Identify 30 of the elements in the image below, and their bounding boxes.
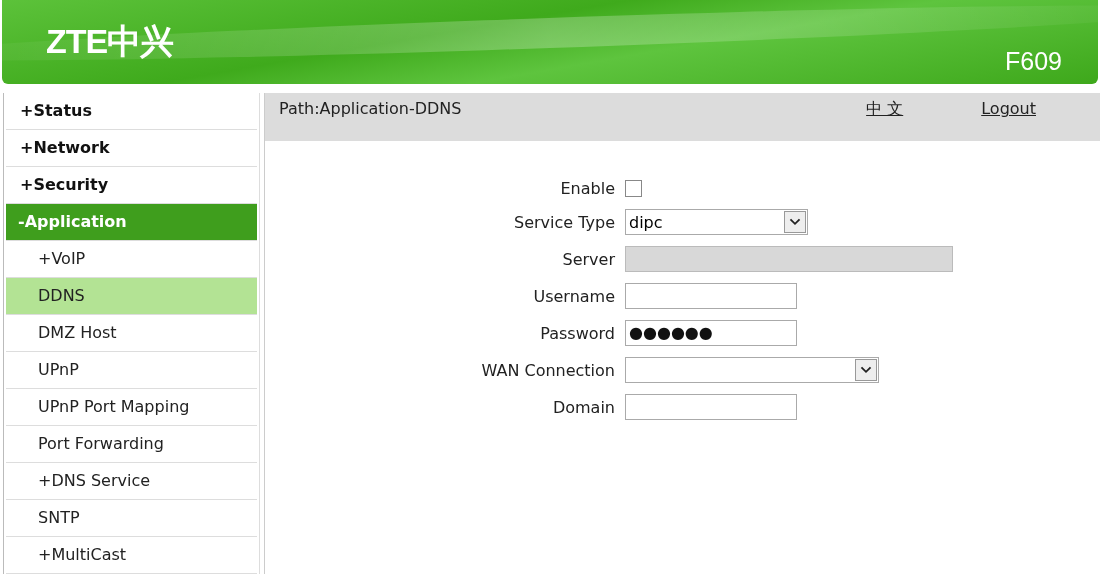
model-name: F609: [1005, 47, 1062, 76]
brand-logo: ZTE中兴: [46, 21, 174, 62]
sidebar-item[interactable]: UPnP Port Mapping: [6, 389, 257, 426]
field-label: Password: [539, 323, 615, 343]
language-link[interactable]: 中 文: [866, 99, 904, 120]
sidebar-item[interactable]: +Status: [6, 93, 257, 130]
enable-checkbox[interactable]: [625, 180, 642, 197]
sidebar-item[interactable]: DMZ Host: [6, 315, 257, 352]
field-label: Enable: [559, 179, 615, 198]
dropdown-field[interactable]: [625, 357, 879, 383]
field-label: Username: [532, 286, 615, 306]
sidebar-item[interactable]: +DNS Service: [6, 463, 257, 500]
breadcrumb-path: Path:Application-DDNS: [279, 99, 463, 118]
caret-icon: [784, 211, 806, 233]
sidebar-item[interactable]: SNTP: [6, 500, 257, 537]
input-field[interactable]: ●●●●●●: [625, 320, 797, 346]
field-label: Server: [561, 249, 615, 269]
sidebar-item[interactable]: +MultiCast: [6, 537, 257, 574]
sidebar-item[interactable]: Port Forwarding: [6, 426, 257, 463]
field-label: WAN Connection: [480, 360, 615, 380]
input-field[interactable]: [625, 283, 797, 309]
field-label: Service Type: [513, 212, 615, 232]
dropdown-field[interactable]: dipc: [625, 209, 808, 235]
sidebar-item[interactable]: UPnP: [6, 352, 257, 389]
caret-icon: [855, 359, 877, 381]
logout-link[interactable]: Logout: [981, 99, 1036, 118]
sidebar-item[interactable]: +Network: [6, 130, 257, 167]
sidebar-item[interactable]: DDNS: [6, 278, 257, 315]
field-label: Domain: [551, 397, 615, 417]
input-field[interactable]: [625, 394, 797, 420]
